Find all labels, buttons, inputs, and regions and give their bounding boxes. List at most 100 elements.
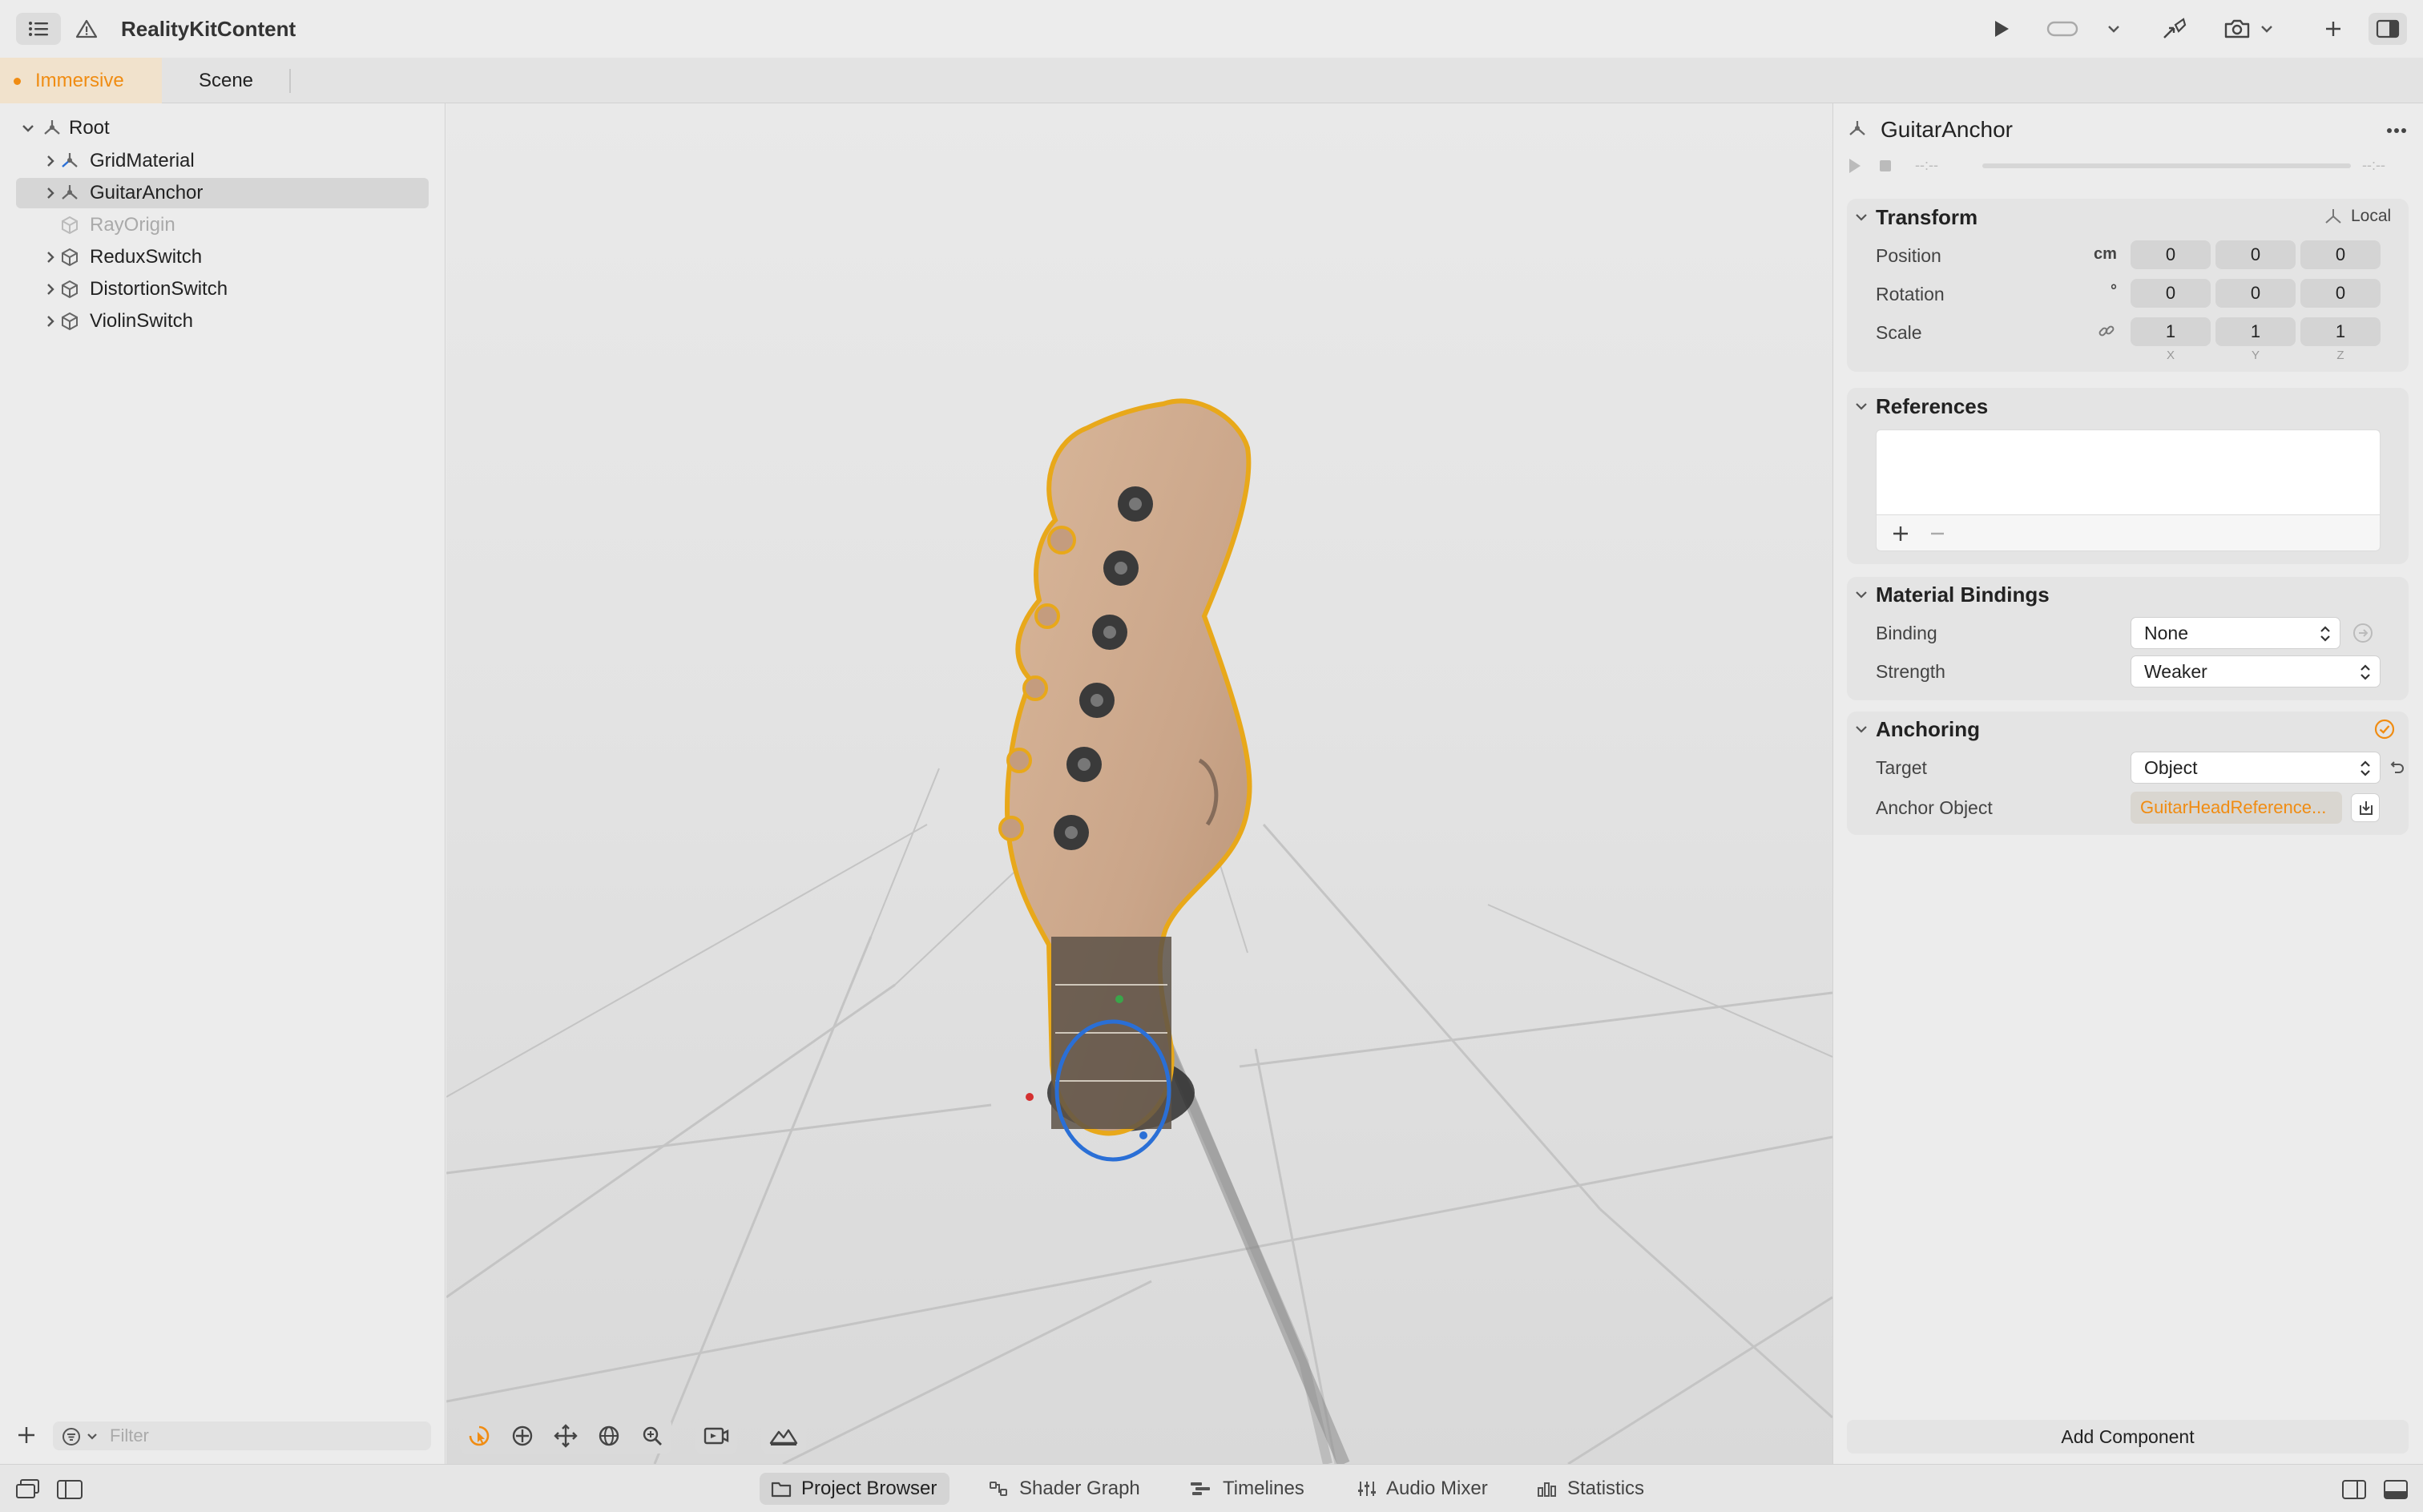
mountains-icon bbox=[769, 1429, 798, 1445]
chevron-right-icon[interactable] bbox=[42, 312, 59, 330]
timeline-start-time: --:-- bbox=[1915, 157, 1938, 173]
tree-item-root[interactable]: Root bbox=[16, 113, 429, 143]
tree-item-gridmaterial[interactable]: GridMaterial bbox=[16, 146, 429, 176]
strength-value: Weaker bbox=[2144, 660, 2207, 682]
warnings-button[interactable] bbox=[72, 14, 101, 43]
tab-label: Immersive bbox=[35, 69, 124, 91]
navigator-toggle-button[interactable] bbox=[16, 13, 61, 45]
camera-icon bbox=[2224, 19, 2250, 38]
tree-item-reduxswitch[interactable]: ReduxSwitch bbox=[16, 242, 429, 272]
references-list[interactable] bbox=[1876, 429, 2381, 514]
chevron-right-icon[interactable] bbox=[42, 248, 59, 266]
orbit-tool-button[interactable] bbox=[596, 1423, 622, 1449]
tab-label: Scene bbox=[198, 69, 254, 91]
tree-item-label: ReduxSwitch bbox=[90, 246, 203, 268]
tab-project-browser[interactable]: Project Browser bbox=[760, 1473, 950, 1505]
add-button[interactable] bbox=[2317, 13, 2349, 45]
window-layout-button[interactable] bbox=[14, 1478, 42, 1502]
position-x-field[interactable]: 0 bbox=[2131, 240, 2211, 269]
select-tool-button[interactable] bbox=[466, 1423, 492, 1449]
play-icon bbox=[1995, 21, 2009, 37]
tree-item-label: Root bbox=[69, 117, 110, 139]
snapshot-button[interactable] bbox=[2221, 11, 2253, 46]
scale-y-field[interactable]: 1 bbox=[2215, 317, 2296, 346]
folder-icon bbox=[771, 1482, 792, 1498]
tree-item-distortionswitch[interactable]: DistortionSwitch bbox=[16, 274, 429, 304]
timeline-scrubber[interactable] bbox=[1982, 163, 2351, 168]
go-to-binding-icon[interactable] bbox=[2351, 621, 2375, 645]
chevron-down-icon[interactable] bbox=[1854, 399, 1869, 413]
move-target-icon bbox=[512, 1425, 533, 1446]
device-button[interactable] bbox=[2042, 13, 2083, 45]
scene-render[interactable] bbox=[446, 103, 1832, 1464]
camera-frame-icon bbox=[704, 1427, 729, 1445]
environment-button[interactable] bbox=[761, 1418, 806, 1454]
send-to-device-button[interactable] bbox=[2157, 11, 2192, 46]
scale-z-field[interactable]: 1 bbox=[2300, 317, 2381, 346]
tab-immersive[interactable]: Immersive bbox=[0, 58, 162, 103]
add-reference-icon[interactable] bbox=[1891, 524, 1910, 543]
toggle-navigator-button[interactable] bbox=[56, 1479, 83, 1500]
chevron-right-icon[interactable] bbox=[42, 184, 59, 202]
inspector-toggle-button[interactable] bbox=[2369, 13, 2407, 45]
snapshot-menu-button[interactable] bbox=[2255, 13, 2279, 45]
strength-label: Strength bbox=[1876, 661, 1945, 682]
chevron-right-icon[interactable] bbox=[42, 152, 59, 170]
binding-popup[interactable]: None bbox=[2131, 617, 2340, 649]
remove-reference-icon[interactable] bbox=[1928, 524, 1947, 543]
coordinate-space-icon bbox=[2325, 209, 2341, 224]
tree-item-guitaranchor[interactable]: GuitarAnchor bbox=[16, 178, 429, 208]
tree-item-rayorigin[interactable]: RayOrigin bbox=[16, 210, 429, 240]
coordinate-space-toggle[interactable]: Local bbox=[2351, 205, 2391, 228]
unsaved-dot-icon bbox=[14, 78, 21, 85]
chevron-down-icon[interactable] bbox=[1854, 722, 1869, 736]
rotation-y-field[interactable]: 0 bbox=[2215, 279, 2296, 308]
link-icon[interactable] bbox=[2098, 322, 2115, 340]
warning-triangle-icon bbox=[75, 19, 98, 38]
add-component-button[interactable]: Add Component bbox=[1847, 1420, 2409, 1454]
more-options-button[interactable] bbox=[2385, 120, 2413, 141]
pick-anchor-object-button[interactable] bbox=[2351, 793, 2380, 822]
gizmo-y-handle bbox=[1115, 995, 1123, 1003]
filter-options-button[interactable] bbox=[61, 1426, 103, 1447]
component-enabled-checkmark-icon[interactable] bbox=[2373, 718, 2396, 740]
move-tool-button[interactable] bbox=[553, 1423, 579, 1449]
rotation-z-field[interactable]: 0 bbox=[2300, 279, 2381, 308]
filter-input[interactable]: Filter bbox=[110, 1424, 149, 1448]
position-z-field[interactable]: 0 bbox=[2300, 240, 2381, 269]
tab-label: Project Browser bbox=[801, 1478, 937, 1499]
position-y-field[interactable]: 0 bbox=[2215, 240, 2296, 269]
camera-mode-button[interactable] bbox=[695, 1418, 737, 1454]
toggle-bottom-panel-button[interactable] bbox=[2383, 1479, 2409, 1500]
strength-popup[interactable]: Weaker bbox=[2131, 655, 2381, 687]
reset-icon[interactable] bbox=[2388, 758, 2405, 776]
pick-object-icon bbox=[2360, 801, 2373, 815]
timeline-play-icon[interactable] bbox=[1847, 157, 1863, 175]
translate-tool-button[interactable] bbox=[510, 1423, 535, 1449]
chevron-down-icon[interactable] bbox=[19, 119, 37, 137]
anchor-object-label: Anchor Object bbox=[1876, 797, 1993, 818]
tree-item-violinswitch[interactable]: ViolinSwitch bbox=[16, 306, 429, 337]
tree-item-label: GuitarAnchor bbox=[90, 182, 204, 204]
tab-shader-graph[interactable]: Shader Graph bbox=[989, 1473, 1140, 1505]
3d-viewport[interactable] bbox=[446, 103, 1832, 1464]
add-entity-button[interactable] bbox=[16, 1425, 40, 1449]
tab-timelines[interactable]: Timelines bbox=[1189, 1473, 1304, 1505]
entity-cube-icon bbox=[62, 216, 78, 235]
zoom-tool-button[interactable] bbox=[639, 1423, 665, 1449]
chevron-right-icon[interactable] bbox=[42, 280, 59, 298]
tab-audio-mixer[interactable]: Audio Mixer bbox=[1357, 1473, 1488, 1505]
toggle-inspector-button[interactable] bbox=[2341, 1479, 2367, 1500]
timeline-stop-icon[interactable] bbox=[1878, 159, 1893, 173]
binding-label: Binding bbox=[1876, 623, 1937, 643]
target-popup[interactable]: Object bbox=[2131, 752, 2381, 784]
tab-statistics[interactable]: Statistics bbox=[1537, 1473, 1644, 1505]
anchor-object-field[interactable]: GuitarHeadReference... bbox=[2131, 792, 2342, 824]
scale-x-field[interactable]: 1 bbox=[2131, 317, 2211, 346]
play-button[interactable] bbox=[1986, 13, 2018, 45]
chevron-down-icon[interactable] bbox=[1854, 587, 1869, 602]
device-menu-button[interactable] bbox=[2101, 13, 2127, 45]
chevron-down-icon[interactable] bbox=[1854, 210, 1869, 224]
rotation-x-field[interactable]: 0 bbox=[2131, 279, 2211, 308]
tab-scene[interactable]: Scene bbox=[162, 58, 290, 103]
